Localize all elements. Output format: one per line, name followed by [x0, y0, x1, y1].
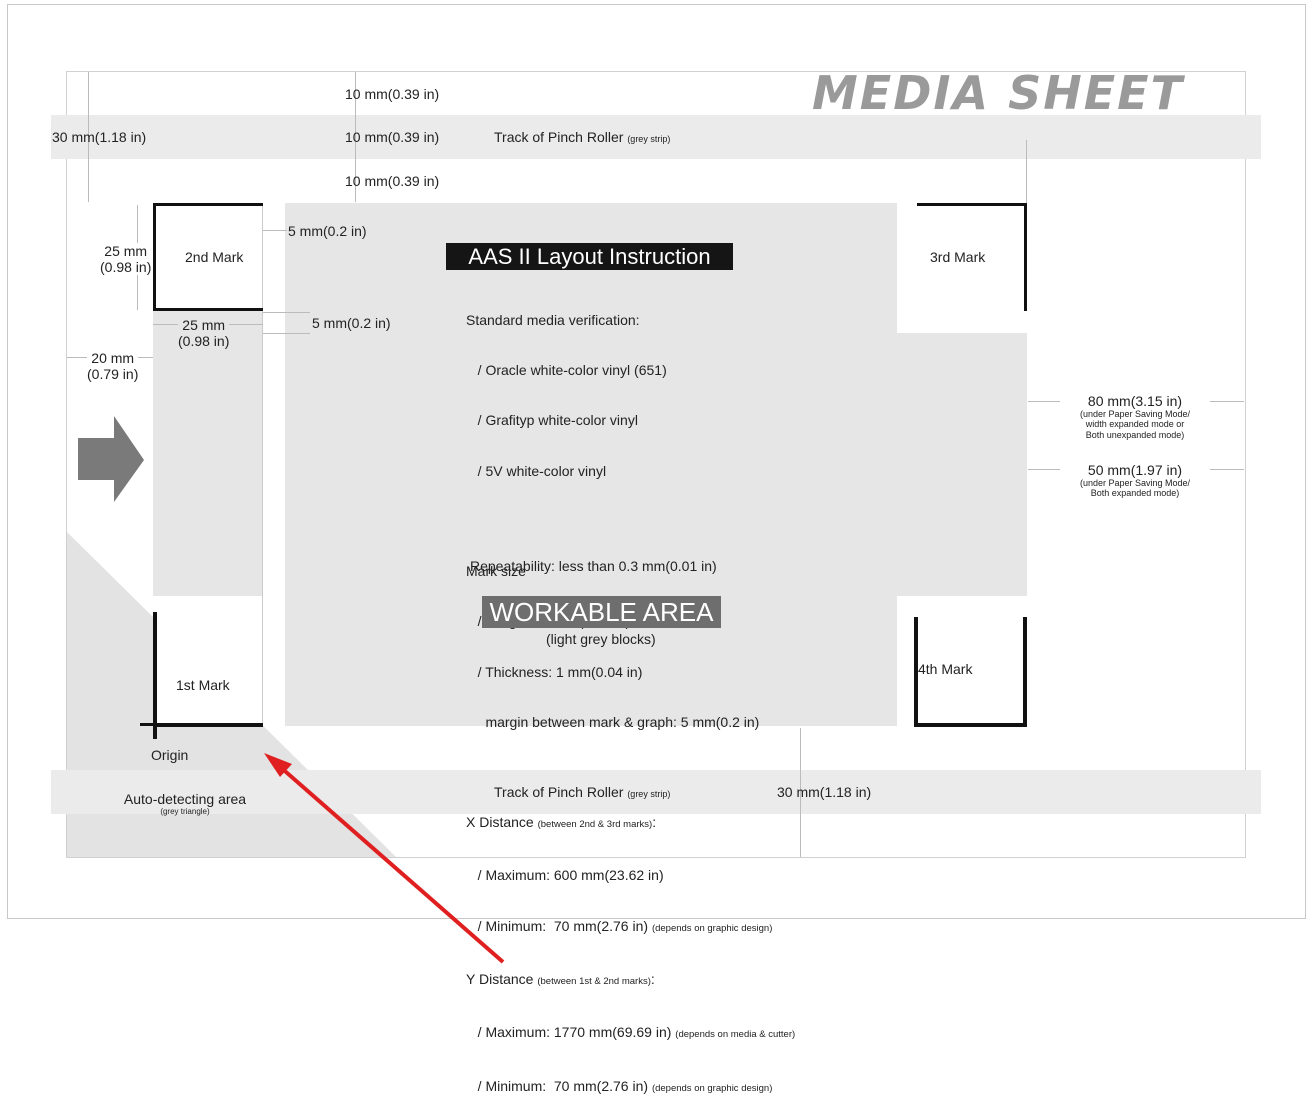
annotation-arrow-icon	[264, 753, 505, 964]
